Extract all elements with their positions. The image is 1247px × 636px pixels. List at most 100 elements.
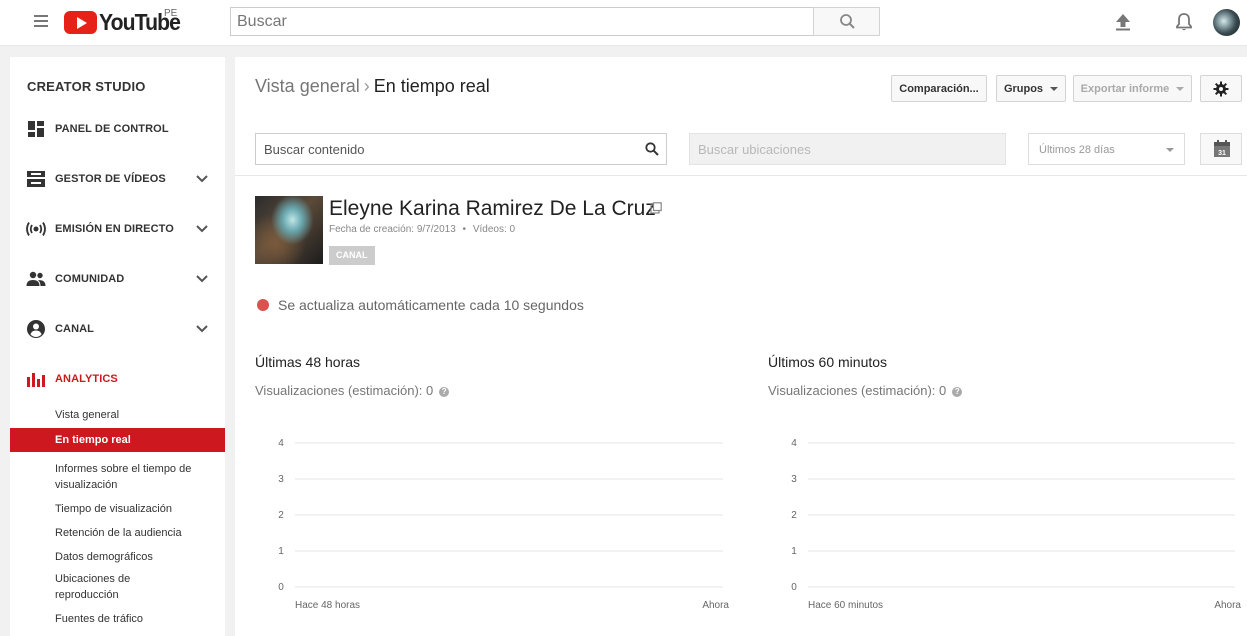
x-end-label: Ahora	[1214, 600, 1241, 611]
groups-button[interactable]: Grupos	[996, 75, 1066, 102]
sidebar: CREATOR STUDIO PANEL DE CONTROL GESTOR D…	[10, 57, 225, 636]
location-search-field[interactable]	[689, 133, 1006, 165]
sidebar-subitem-traffic-sources[interactable]: Fuentes de tráfico	[10, 611, 225, 627]
location-search-input[interactable]	[690, 134, 1005, 164]
y-tick-label: 3	[791, 474, 797, 485]
groups-button-label: Grupos	[1003, 82, 1044, 95]
y-tick-label: 4	[791, 438, 797, 449]
x-start-label: Hace 60 minutos	[808, 600, 883, 611]
y-tick-label: 4	[278, 438, 284, 449]
sidebar-item-live-streaming[interactable]: EMISIÓN EN DIRECTO	[10, 211, 225, 247]
live-update-status: Se actualiza automáticamente cada 10 seg…	[278, 297, 584, 313]
views-estimate-label: Visualizaciones (estimación): 0	[255, 383, 434, 398]
channel-thumbnail[interactable]	[255, 196, 323, 264]
sidebar-subitem-overview[interactable]: Vista general	[10, 407, 225, 423]
sidebar-item-label: GESTOR DE VÍDEOS	[55, 173, 166, 185]
panel-subtitle-48-hours: Visualizaciones (estimación): 0?	[255, 383, 450, 398]
channel-name: Eleyne Karina Ramirez De La Cruz	[329, 197, 656, 220]
sidebar-subitem-watch-time[interactable]: Tiempo de visualización	[10, 501, 225, 517]
upload-icon[interactable]	[1113, 12, 1133, 32]
sidebar-subitem-audience-retention[interactable]: Retención de la audiencia	[10, 525, 225, 541]
channel-badge: CANAL	[329, 246, 375, 265]
panel-title-48-hours: Últimas 48 horas	[255, 354, 361, 370]
x-end-label: Ahora	[702, 600, 729, 611]
search-button[interactable]	[813, 7, 880, 36]
search-icon[interactable]	[645, 142, 659, 156]
live-indicator-dot	[257, 299, 269, 311]
caret-down-icon	[1166, 148, 1174, 152]
live-broadcast-icon	[26, 222, 46, 236]
masthead: YouTube PE	[0, 0, 1247, 46]
breadcrumb-separator: ›	[363, 76, 370, 96]
menu-icon[interactable]	[34, 15, 48, 27]
sidebar-item-dashboard[interactable]: PANEL DE CONTROL	[10, 111, 225, 147]
caret-down-icon	[1050, 86, 1059, 91]
panel-title-60-minutes: Últimos 60 minutos	[768, 354, 888, 370]
compare-button[interactable]: Comparación...	[891, 75, 987, 102]
chart-48-hours: 0 1 2 3 4 Hace 48 horas Ahora	[255, 427, 735, 617]
meta-separator: •	[462, 224, 467, 235]
section-divider	[235, 175, 1247, 176]
compare-button-label: Comparación...	[899, 82, 979, 95]
date-range-value: Últimos 28 días	[1039, 144, 1115, 156]
breadcrumb: Vista general › En tiempo real	[255, 76, 490, 97]
sidebar-item-community[interactable]: COMUNIDAD	[10, 261, 225, 297]
video-manager-icon	[27, 171, 45, 187]
y-tick-label: 2	[791, 510, 797, 521]
external-link-icon[interactable]	[650, 202, 662, 214]
search-field[interactable]	[230, 7, 814, 36]
help-icon[interactable]: ?	[952, 387, 963, 397]
channel-meta: Fecha de creación: 9/7/2013 • Vídeos: 0	[329, 224, 515, 235]
sidebar-item-label: EMISIÓN EN DIRECTO	[55, 223, 174, 235]
sidebar-item-channel[interactable]: CANAL	[10, 311, 225, 347]
community-icon	[26, 271, 46, 286]
sidebar-title: CREATOR STUDIO	[27, 79, 146, 94]
chevron-down-icon	[196, 175, 208, 183]
chevron-down-icon	[196, 225, 208, 233]
youtube-play-icon	[64, 10, 97, 34]
search-icon	[840, 14, 855, 29]
x-start-label: Hace 48 horas	[295, 600, 360, 611]
help-icon[interactable]: ?	[439, 387, 450, 397]
calendar-icon: 31	[1214, 140, 1230, 157]
sidebar-subitem-watch-time-reports[interactable]: Informes sobre el tiempo de visualizació…	[10, 461, 210, 493]
export-report-button[interactable]: Exportar informe	[1073, 75, 1192, 102]
sidebar-subitem-demographics[interactable]: Datos demográficos	[10, 549, 225, 565]
y-tick-label: 0	[278, 582, 284, 593]
notifications-bell-icon[interactable]	[1173, 11, 1195, 33]
sidebar-subitem-playback-locations[interactable]: Ubicaciones de reproducción	[10, 571, 170, 603]
date-range-select[interactable]: Últimos 28 días	[1028, 133, 1185, 165]
export-button-label: Exportar informe	[1080, 82, 1170, 95]
main-content: Vista general › En tiempo real Comparación…	[235, 57, 1247, 636]
search-input[interactable]	[231, 8, 813, 35]
caret-down-icon	[1176, 86, 1185, 91]
account-avatar[interactable]	[1213, 9, 1240, 36]
sidebar-item-video-manager[interactable]: GESTOR DE VÍDEOS	[10, 161, 225, 197]
chart-60-minutes: 0 1 2 3 4 Hace 60 minutos Ahora	[768, 427, 1247, 617]
gear-icon	[1213, 81, 1229, 96]
content-search-input[interactable]	[256, 134, 636, 164]
sidebar-item-label: COMUNIDAD	[55, 273, 125, 285]
y-tick-label: 0	[791, 582, 797, 593]
analytics-icon	[27, 373, 45, 387]
y-tick-label: 3	[278, 474, 284, 485]
settings-button[interactable]	[1200, 75, 1242, 102]
sidebar-subitem-realtime[interactable]: En tiempo real	[10, 428, 225, 452]
sidebar-item-label: PANEL DE CONTROL	[55, 123, 169, 135]
channel-video-count: Vídeos: 0	[472, 224, 516, 235]
breadcrumb-overview-link[interactable]: Vista general	[255, 76, 360, 96]
calendar-day: 31	[1218, 150, 1226, 157]
panel-subtitle-60-minutes: Visualizaciones (estimación): 0?	[768, 383, 963, 398]
sidebar-item-label: ANALYTICS	[55, 373, 118, 385]
y-tick-label: 2	[278, 510, 284, 521]
country-code: PE	[164, 8, 178, 19]
calendar-button[interactable]: 31	[1200, 133, 1242, 165]
sidebar-item-analytics[interactable]: ANALYTICS	[10, 361, 225, 397]
views-estimate-label: Visualizaciones (estimación): 0	[768, 383, 947, 398]
channel-icon	[27, 320, 45, 338]
content-search-field[interactable]	[255, 133, 667, 165]
y-tick-label: 1	[791, 546, 797, 557]
chevron-down-icon	[196, 325, 208, 333]
chart-svg: 0 1 2 3 4 Hace 60 minutos Ahora	[791, 438, 1241, 611]
sidebar-item-label: CANAL	[55, 323, 94, 335]
